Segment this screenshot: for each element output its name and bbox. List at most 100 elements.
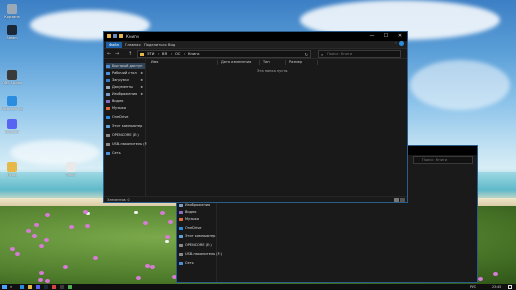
download-icon	[106, 78, 110, 82]
nav-desktop[interactable]: Рабочий стол ✱	[106, 70, 145, 76]
nav-downloads[interactable]: Загрузки ✱	[106, 77, 145, 83]
refresh-icon[interactable]: ↻	[305, 52, 308, 57]
background-nav-videos[interactable]: Видео	[179, 209, 196, 215]
text-file-icon	[66, 162, 76, 172]
taskbar-app-icon[interactable]	[44, 285, 48, 289]
up-button[interactable]: ↑	[128, 51, 132, 57]
desktop-icon-folder[interactable]: Игры	[1, 162, 23, 177]
explorer-window[interactable]: Книги — ☐ ✕ Файл Главная Поделиться Вид …	[103, 31, 408, 203]
tab-view[interactable]: Вид	[165, 42, 178, 48]
flower	[493, 272, 498, 276]
desktop-icon-obs[interactable]: OBS Studio	[1, 70, 23, 85]
column-divider[interactable]	[217, 60, 218, 65]
nav-drive-e[interactable]: OPENCORE (E:)	[106, 132, 139, 138]
quick-access-toolbar-icon[interactable]	[113, 34, 117, 38]
pin-icon[interactable]: ✱	[140, 91, 143, 97]
file-list[interactable]: Имя Дата изменения Тип Размер Размер Эта…	[147, 59, 407, 196]
breadcrumb-4[interactable]: Книги	[188, 52, 199, 56]
column-size-label[interactable]: Размер	[289, 60, 302, 64]
breadcrumb-3[interactable]: ОС	[175, 52, 180, 56]
taskbar-app-icon[interactable]	[52, 285, 56, 289]
computer-icon	[179, 234, 183, 238]
nav-videos[interactable]: Видео	[106, 98, 123, 104]
nav-music[interactable]: Музыка	[106, 105, 126, 111]
search-input[interactable]	[327, 51, 397, 57]
new-folder-icon[interactable]	[119, 34, 123, 38]
background-search-box[interactable]	[413, 156, 492, 164]
breadcrumb-1[interactable]: ЭТИ	[147, 52, 154, 56]
maximize-button[interactable]: ☐	[379, 32, 393, 41]
flower	[165, 235, 170, 239]
search-icon[interactable]: ⌕	[10, 284, 12, 289]
star-icon	[106, 64, 110, 68]
flower	[63, 265, 68, 269]
steam-icon	[7, 25, 17, 35]
nav-onedrive[interactable]: OneDrive	[106, 114, 128, 120]
taskbar-app-icon[interactable]	[68, 285, 72, 289]
title-bar[interactable]: Книги — ☐ ✕	[104, 32, 407, 41]
taskbar-app-icon[interactable]	[28, 285, 32, 289]
pin-icon[interactable]: ✱	[140, 70, 143, 76]
pin-icon[interactable]: ✱	[140, 84, 143, 90]
pictures-icon	[106, 92, 110, 96]
start-button[interactable]	[2, 285, 7, 289]
address-bar-row: ← → ↑ ЭТИ › ВЯ › ОС › Книги ↻ ⌕	[104, 49, 407, 59]
status-bar: Элементов: 0	[104, 196, 407, 202]
flower	[83, 210, 88, 214]
column-name[interactable]: Имя	[151, 60, 158, 64]
column-divider[interactable]	[317, 60, 318, 65]
nav-drive-f[interactable]: USB-накопитель (F:)	[106, 141, 149, 147]
desktop-icon-edge[interactable]: Microsoft Edge	[1, 96, 23, 111]
tab-file[interactable]: Файл	[106, 42, 122, 48]
notification-icon[interactable]	[508, 285, 512, 289]
nav-network[interactable]: Сеть	[106, 150, 121, 156]
background-nav-drive-e[interactable]: OPENCORE (E:)	[179, 242, 212, 248]
details-view-button[interactable]	[394, 198, 399, 202]
expand-ribbon-icon[interactable]: ˅	[395, 42, 397, 47]
nav-pictures[interactable]: Изображения ✱	[106, 91, 145, 97]
breadcrumb-2[interactable]: ВЯ	[162, 52, 167, 56]
taskbar: ⌕ РУС 23:45	[0, 284, 516, 290]
forward-button[interactable]: →	[115, 51, 119, 57]
search-box[interactable]: ⌕	[318, 50, 401, 58]
pin-icon[interactable]: ✱	[140, 77, 143, 83]
background-nav-drive-f[interactable]: USB-накопитель (F:)	[179, 251, 222, 257]
tray-clock[interactable]: 23:45	[492, 285, 501, 289]
folder-icon	[107, 34, 111, 38]
flower	[45, 279, 50, 283]
network-icon	[106, 151, 110, 155]
minimize-button[interactable]: —	[365, 32, 379, 41]
column-date-modified[interactable]: Дата изменения	[221, 60, 251, 64]
desktop-icon-steam[interactable]: Steam	[1, 25, 23, 40]
taskbar-app-icon[interactable]	[36, 285, 40, 289]
nav-this-pc[interactable]: Этот компьютер	[106, 123, 142, 129]
desktop-icon-recycle-bin[interactable]: Корзина	[1, 4, 23, 19]
flower	[134, 211, 138, 214]
taskbar-app-icon[interactable]	[60, 285, 64, 289]
documents-icon	[106, 85, 110, 89]
desktop-icon-discord[interactable]: Discord	[1, 119, 23, 134]
flower	[26, 229, 31, 233]
column-divider[interactable]	[285, 60, 286, 65]
column-type[interactable]: Тип	[263, 60, 270, 64]
background-nav-music[interactable]: Музыка	[179, 216, 199, 222]
large-icons-view-button[interactable]	[400, 198, 405, 202]
background-nav-network[interactable]: Сеть	[179, 260, 194, 266]
background-search-input[interactable]	[422, 157, 492, 163]
nav-documents[interactable]: Документы ✱	[106, 84, 145, 90]
help-icon[interactable]	[399, 41, 404, 46]
close-button[interactable]: ✕	[393, 32, 407, 41]
breadcrumb-separator: ›	[171, 52, 173, 56]
flower	[165, 240, 169, 243]
obs-icon	[7, 70, 17, 80]
background-nav-this-pc[interactable]: Этот компьютер	[179, 233, 215, 239]
nav-quick-access[interactable]: Быстрый доступ	[106, 63, 145, 69]
background-nav-onedrive[interactable]: OneDrive	[179, 225, 201, 231]
desktop-icon-text-file[interactable]: Текст	[60, 162, 82, 177]
taskbar-app-icon[interactable]	[20, 285, 24, 289]
column-divider[interactable]	[259, 60, 260, 65]
back-button[interactable]: ←	[107, 51, 111, 57]
ribbon: Файл Главная Поделиться Вид ˅	[104, 41, 407, 49]
tray-language[interactable]: РУС	[470, 285, 476, 289]
address-bar[interactable]: ЭТИ › ВЯ › ОС › Книги ↻	[137, 50, 311, 58]
